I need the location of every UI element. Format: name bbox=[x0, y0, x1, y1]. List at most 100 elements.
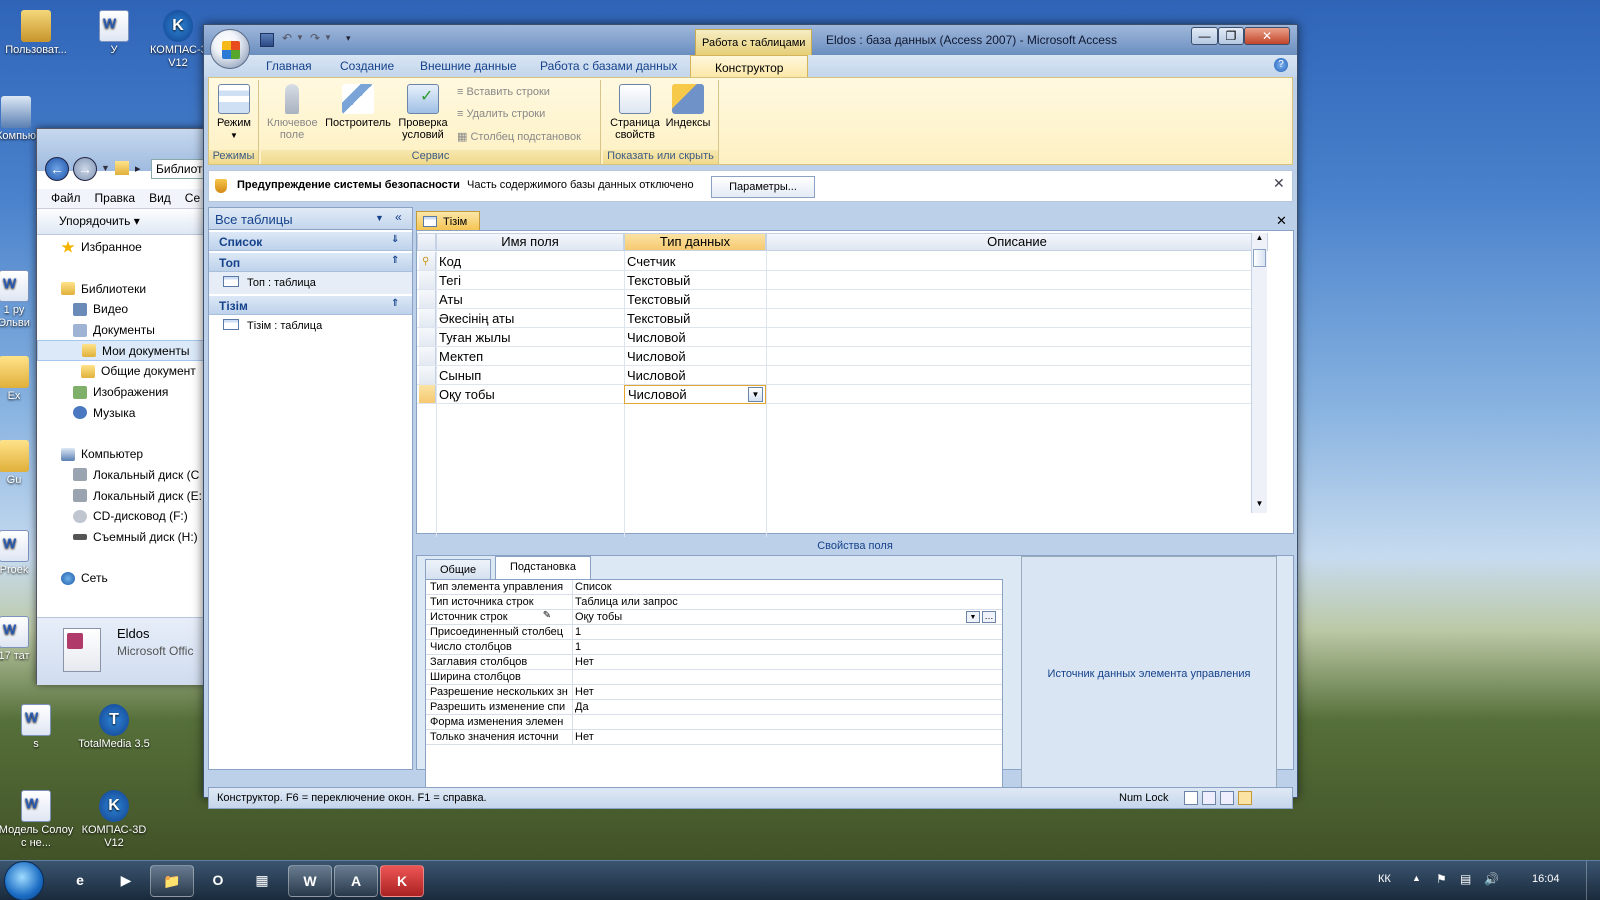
help-icon[interactable]: ? bbox=[1274, 58, 1288, 72]
maximize-button[interactable]: ❐ bbox=[1218, 27, 1244, 45]
tree-documents[interactable]: Документы bbox=[37, 320, 207, 341]
tree-cd-f[interactable]: CD-дисковод (F:) bbox=[37, 506, 207, 527]
desktop-icon-kompas-2[interactable]: K КОМПАС-3D V12 bbox=[74, 790, 154, 850]
desktop-icon-proek[interactable]: Proek bbox=[0, 530, 34, 577]
desktop-icon-user[interactable]: Пользоват... bbox=[0, 10, 76, 57]
prop-row[interactable]: Только значения источни Нет bbox=[426, 730, 1002, 745]
tree-computer[interactable]: Компьютер bbox=[37, 444, 207, 465]
chevron-down-icon[interactable]: ▼ bbox=[296, 33, 304, 42]
prop-row[interactable]: Ширина столбцов bbox=[426, 670, 1002, 685]
datasheet-view-icon[interactable] bbox=[1184, 791, 1198, 805]
tab-external-data[interactable]: Внешние данные bbox=[420, 59, 517, 73]
kaspersky-icon[interactable]: K bbox=[380, 865, 424, 897]
desktop-icon-doc-2[interactable]: 1 ру Эльви bbox=[0, 270, 34, 330]
undo-icon[interactable]: ↶ bbox=[282, 31, 292, 45]
tree-pictures[interactable]: Изображения bbox=[37, 382, 207, 403]
office-button[interactable] bbox=[210, 29, 250, 69]
desktop-icon-computer[interactable]: Компьютер bbox=[0, 96, 53, 143]
pivot-chart-icon[interactable] bbox=[1220, 791, 1234, 805]
security-options-button[interactable]: Параметры... bbox=[711, 176, 815, 198]
access-taskbar-icon[interactable]: A bbox=[334, 865, 378, 897]
indexes-button[interactable]: Индексы bbox=[663, 84, 713, 129]
tab-create[interactable]: Создание bbox=[340, 59, 394, 73]
organize-button[interactable]: Упорядочить ▾ bbox=[37, 209, 207, 235]
redo-icon[interactable]: ↷ bbox=[310, 31, 320, 45]
media-player-icon[interactable]: ▶ bbox=[104, 865, 148, 897]
table-row[interactable]: Тегі Текстовый bbox=[417, 271, 1267, 290]
lookup-column-button[interactable]: ▦ Столбец подстановок bbox=[457, 130, 581, 143]
desktop-icon-ex[interactable]: Ex bbox=[0, 356, 34, 403]
tree-removable-h[interactable]: Съемный диск (H:) bbox=[37, 527, 207, 548]
prop-row-row-source[interactable]: Источник строк ✎ Оқу тобы ▼ … bbox=[426, 610, 1002, 625]
table-row[interactable]: ⚲ Код Счетчик bbox=[417, 252, 1267, 271]
chevron-down-icon[interactable]: ▼ bbox=[324, 33, 332, 42]
network-icon[interactable]: ▤ bbox=[1460, 872, 1471, 886]
tab-lookup[interactable]: Подстановка bbox=[495, 556, 591, 579]
prop-row[interactable]: Форма изменения элемен bbox=[426, 715, 1002, 730]
primary-key-button[interactable]: Ключевое поле bbox=[265, 84, 319, 141]
test-validation-button[interactable]: ✓ Проверка условий bbox=[395, 84, 451, 141]
prop-row[interactable]: Число столбцов 1 bbox=[426, 640, 1002, 655]
close-document-icon[interactable]: ✕ bbox=[1276, 213, 1287, 229]
address-bar[interactable]: Библиоте bbox=[151, 159, 207, 179]
close-button[interactable]: ✕ bbox=[1244, 27, 1290, 45]
tab-home[interactable]: Главная bbox=[266, 59, 312, 73]
row-selector[interactable] bbox=[419, 385, 436, 403]
show-desktop-button[interactable] bbox=[1586, 861, 1600, 900]
ie-icon[interactable]: e bbox=[58, 865, 102, 897]
save-icon[interactable] bbox=[260, 33, 274, 47]
nav-group-spisok[interactable]: Список ⇓ bbox=[209, 232, 412, 251]
tree-favorites[interactable]: Избранное bbox=[37, 237, 207, 258]
property-sheet-button[interactable]: Страница свойств bbox=[607, 84, 663, 141]
table-row[interactable]: Мектеп Числовой bbox=[417, 347, 1267, 366]
back-button[interactable]: ← bbox=[45, 157, 69, 181]
nav-item-top-table[interactable]: Топ : таблица bbox=[209, 272, 412, 294]
data-type-dropdown[interactable]: Числовой ▼ bbox=[624, 385, 766, 404]
tray-expand-icon[interactable]: ▲ bbox=[1412, 873, 1421, 883]
tree-my-documents[interactable]: Мои документы bbox=[37, 340, 207, 362]
row-selector[interactable] bbox=[419, 366, 436, 384]
volume-icon[interactable]: 🔊 bbox=[1484, 872, 1499, 886]
insert-rows-button[interactable]: ≡ Вставить строки bbox=[457, 86, 550, 98]
desktop-icon-17[interactable]: 17 тат bbox=[0, 616, 34, 663]
nav-item-tizim-table[interactable]: Тізім : таблица bbox=[209, 315, 412, 337]
document-tab-tizim[interactable]: Тізім bbox=[416, 211, 480, 231]
word-taskbar-icon[interactable]: W bbox=[288, 865, 332, 897]
chevron-down-icon[interactable]: ▼ bbox=[101, 163, 110, 173]
tree-network[interactable]: Сеть bbox=[37, 568, 207, 589]
desktop-icon-totalmedia[interactable]: T TotalMedia 3.5 bbox=[74, 704, 154, 751]
prop-row[interactable]: Тип источника строк Таблица или запрос bbox=[426, 595, 1002, 610]
tree-disk-c[interactable]: Локальный диск (C bbox=[37, 465, 207, 486]
row-selector[interactable] bbox=[419, 271, 436, 289]
explorer-taskbar-icon[interactable]: 📁 bbox=[150, 865, 194, 897]
start-button[interactable] bbox=[4, 861, 44, 900]
menu-edit[interactable]: Правка bbox=[87, 189, 142, 205]
tree-video[interactable]: Видео bbox=[37, 299, 207, 320]
nav-pane-header[interactable]: Все таблицы ▼ « bbox=[209, 208, 412, 230]
nav-group-top[interactable]: Топ ⇑ bbox=[209, 253, 412, 272]
table-row[interactable]: Әкесінің аты Текстовый bbox=[417, 309, 1267, 328]
tab-design[interactable]: Конструктор bbox=[690, 55, 809, 77]
builder-button[interactable]: Построитель bbox=[323, 84, 393, 129]
customize-qat-icon[interactable]: ▾ bbox=[346, 33, 351, 44]
desktop-icon-s[interactable]: s bbox=[0, 704, 76, 751]
tree-music[interactable]: Музыка bbox=[37, 403, 207, 424]
table-row[interactable]: Туған жылы Числовой bbox=[417, 328, 1267, 347]
prop-row[interactable]: Заглавия столбцов Нет bbox=[426, 655, 1002, 670]
table-row-selected[interactable]: Оқу тобы Числовой ▼ bbox=[417, 385, 1267, 404]
chevron-down-icon[interactable]: ▼ bbox=[966, 611, 980, 623]
forward-button[interactable]: → bbox=[73, 157, 97, 181]
desktop-icon-doc-u[interactable]: У bbox=[74, 10, 154, 57]
opera-icon[interactable]: O bbox=[196, 865, 240, 897]
delete-rows-button[interactable]: ≡ Удалить строки bbox=[457, 108, 545, 120]
scroll-thumb[interactable] bbox=[1253, 249, 1266, 267]
desktop-icon-gu[interactable]: Gu bbox=[0, 440, 34, 487]
desktop-icon-solow[interactable]: Модель Солоу с не... bbox=[0, 790, 76, 850]
language-indicator[interactable]: КК bbox=[1378, 873, 1391, 885]
tab-database-tools[interactable]: Работа с базами данных bbox=[540, 59, 677, 73]
tree-libraries[interactable]: Библиотеки bbox=[37, 278, 207, 299]
table-row[interactable]: Сынып Числовой bbox=[417, 366, 1267, 385]
scroll-down-icon[interactable]: ▼ bbox=[1252, 499, 1267, 513]
design-view-icon[interactable] bbox=[1238, 791, 1252, 805]
tree-public-documents[interactable]: Общие документ bbox=[37, 361, 207, 382]
